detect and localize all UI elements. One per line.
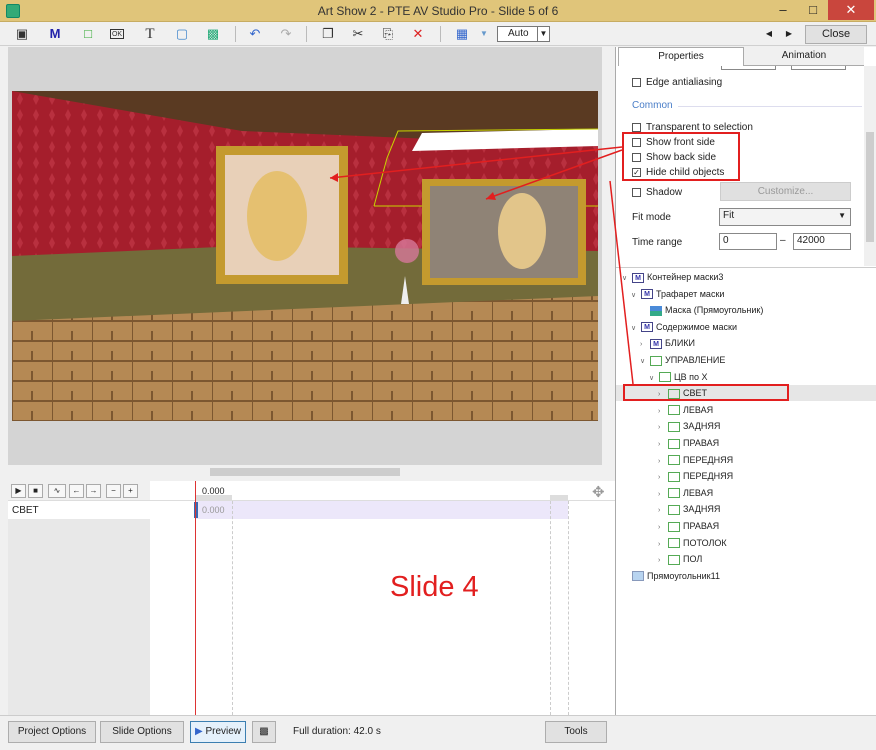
tools-button[interactable]: Tools [545,721,607,743]
project-options-button[interactable]: Project Options [8,721,96,743]
full-duration: Full duration: 42.0 s [293,726,381,737]
slide-options-button[interactable]: Slide Options [100,721,184,743]
preview-label: Preview [205,726,242,737]
screen-icon[interactable]: ▩ [252,721,276,743]
status-bar: Project Options Slide Options ▶ Preview … [0,715,876,750]
preview-button[interactable]: ▶ Preview [190,721,246,743]
annotation-arrows [329,146,634,385]
preview-icon: ▶ [194,726,203,737]
